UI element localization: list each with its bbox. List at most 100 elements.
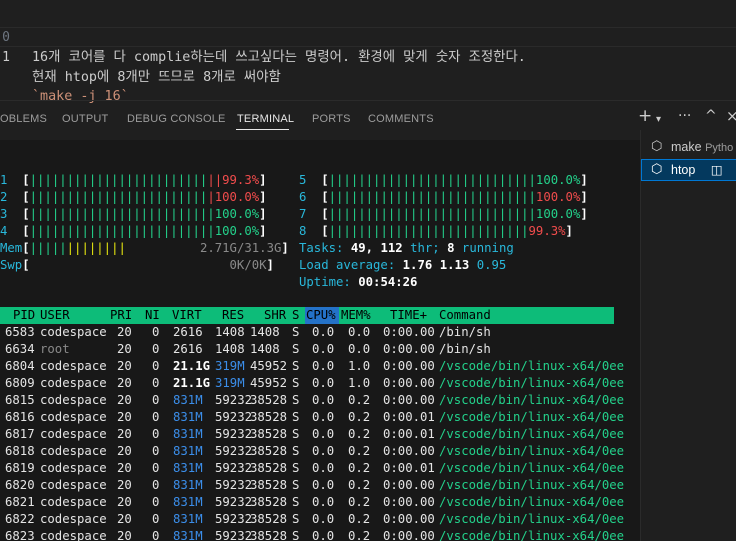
process-row[interactable]: 6818 codespace 20 0 831M 59232 38528 S 0.0 0.2 0:0…: [0, 443, 640, 460]
process-pid: 6821: [5, 495, 35, 509]
split-terminal-icon[interactable]: ◫: [711, 162, 723, 177]
cpu-meter: 5 [||||||||||||||||||||||||||||100.0%]: [299, 173, 588, 187]
process-ni: 0: [152, 376, 160, 390]
process-row[interactable]: 6821 codespace 20 0 831M 59232 38528 S 0.0 0.2 0:0…: [0, 494, 640, 511]
process-row[interactable]: 6816 codespace 20 0 831M 59232 38528 S 0.0 0.2 0:0…: [0, 409, 640, 426]
tab-debug-console[interactable]: DEBUG CONSOLE: [127, 113, 226, 125]
editor-line-current[interactable]: 1 현재 htop에 8개만 뜨므로 8개로 써야함: [0, 27, 736, 85]
cpu-meter: 6 [||||||||||||||||||||||||||||100.0%]: [299, 190, 588, 204]
process-pri: 20: [117, 359, 132, 373]
col-state[interactable]: S: [292, 307, 299, 324]
process-shr: 1408: [250, 325, 280, 339]
process-row[interactable]: 6583 codespace 20 0 2616 1408 1408 S 0.0 0.0 0:00.…: [0, 324, 640, 341]
col-shr[interactable]: SHR: [264, 307, 286, 324]
col-pri[interactable]: PRI: [110, 307, 132, 324]
process-pri: 20: [117, 410, 132, 424]
process-pri: 20: [117, 461, 132, 475]
tab-output[interactable]: OUTPUT: [62, 113, 108, 125]
process-pid: 6817: [5, 427, 35, 441]
process-pri: 20: [117, 512, 132, 526]
process-time: 0:00.00: [383, 495, 435, 509]
process-cmd: /bin/sh: [439, 342, 491, 356]
col-time[interactable]: TIME+: [390, 307, 427, 324]
chevron-down-icon[interactable]: ▾: [656, 114, 661, 125]
process-ni: 0: [152, 461, 160, 475]
process-cmd: /vscode/bin/linux-x64/0ee: [439, 376, 625, 390]
process-mem: 1.0: [348, 359, 371, 373]
process-mem: 0.0: [348, 342, 371, 356]
col-user[interactable]: USER: [40, 307, 70, 324]
process-cpu: 0.0: [312, 342, 335, 356]
process-shr: 45952: [250, 359, 288, 373]
cpu-percent: 100.0%: [214, 190, 260, 204]
process-row[interactable]: 6817 codespace 20 0 831M 59232 38528 S 0.0 0.2 0:0…: [0, 426, 640, 443]
process-shr: 38528: [250, 478, 288, 492]
process-ni: 0: [152, 495, 160, 509]
process-pid: 6819: [5, 461, 35, 475]
ellipsis-icon[interactable]: ···: [678, 108, 691, 124]
terminal-item-htop[interactable]: ⬡ htop ◫: [641, 159, 736, 181]
process-res: 59232: [215, 410, 253, 424]
process-row[interactable]: 6819 codespace 20 0 831M 59232 38528 S 0.0 0.2 0:0…: [0, 460, 640, 477]
plus-icon[interactable]: +: [638, 106, 652, 126]
editor-line[interactable]: 0 16개 코어를 다 complie하는데 쓰고싶다는 명령어. 환경에 맞게…: [0, 8, 736, 65]
editor-line[interactable]: `make -j 16`: [0, 47, 736, 104]
process-shr: 38528: [250, 444, 288, 458]
process-cpu: 0.0: [312, 376, 335, 390]
cpu-meter: 7 [||||||||||||||||||||||||||||100.0%]: [299, 207, 588, 221]
process-pri: 20: [117, 325, 132, 339]
process-user: codespace: [40, 444, 107, 458]
process-user: codespace: [40, 376, 107, 390]
col-ni[interactable]: NI: [145, 307, 160, 324]
process-ni: 0: [152, 512, 160, 526]
col-mem[interactable]: MEM%: [341, 307, 371, 324]
col-cpu[interactable]: CPU%: [306, 307, 336, 324]
process-time: 0:00.00: [383, 512, 435, 526]
process-cpu: 0.0: [312, 359, 335, 373]
process-pri: 20: [117, 529, 132, 541]
cpu-id: 1: [0, 173, 8, 187]
tab-comments[interactable]: COMMENTS: [368, 113, 434, 125]
process-row[interactable]: 6634 root 20 0 2616 1408 1408 S 0.0 0.0 0:00.00/bi…: [0, 341, 640, 358]
process-row[interactable]: 6809 codespace 20 0 21.1G 319M 45952 S 0.0 1.0 0:0…: [0, 375, 640, 392]
col-pid[interactable]: PID: [13, 307, 35, 324]
process-virt: 831M: [173, 478, 203, 492]
swap-value: 0K/0K: [229, 258, 267, 272]
process-user: codespace: [40, 325, 107, 339]
process-shr: 38528: [250, 410, 288, 424]
process-virt: 831M: [173, 512, 203, 526]
col-command[interactable]: Command: [439, 307, 491, 324]
close-icon[interactable]: ×: [726, 107, 736, 125]
col-res[interactable]: RES: [222, 307, 244, 324]
process-row[interactable]: 6823 codespace 20 0 831M 59232 38528 S 0.0 0.2 0:0…: [0, 528, 640, 541]
process-time: 0:00.00: [383, 478, 435, 492]
process-virt: 831M: [173, 427, 203, 441]
terminal-item-make[interactable]: ⬡ make Pytho: [641, 136, 736, 158]
cpu-meter: 2 [|||||||||||||||||||||||||100.0%]: [0, 190, 267, 204]
process-pri: 20: [117, 342, 132, 356]
process-row[interactable]: 6820 codespace 20 0 831M 59232 38528 S 0.0 0.2 0:0…: [0, 477, 640, 494]
process-row[interactable]: 6822 codespace 20 0 831M 59232 38528 S 0.0 0.2 0:0…: [0, 511, 640, 528]
tab-terminal[interactable]: TERMINAL: [237, 113, 294, 125]
process-user: codespace: [40, 410, 107, 424]
col-virt[interactable]: VIRT: [172, 307, 202, 324]
process-time: 0:00.01: [383, 427, 435, 441]
process-s: S: [292, 529, 300, 541]
cpu-meter: 1 [||||||||||||||||||||||||||99.3%]: [0, 173, 267, 187]
tab-problems[interactable]: OBLEMS: [0, 113, 47, 125]
process-ni: 0: [152, 410, 160, 424]
process-row[interactable]: 6815 codespace 20 0 831M 59232 38528 S 0.0 0.2 0:0…: [0, 392, 640, 409]
tab-ports[interactable]: PORTS: [312, 113, 351, 125]
process-res: 59232: [215, 529, 253, 541]
process-row[interactable]: 6804 codespace 20 0 21.1G 319M 45952 S 0.0 1.0 0:0…: [0, 358, 640, 375]
process-cmd: /bin/sh: [439, 325, 491, 339]
process-user: codespace: [40, 359, 107, 373]
process-pid: 6823: [5, 529, 35, 541]
cpu-percent: 100.0%: [214, 207, 260, 221]
terminal-list: ⬡ make Pytho ⬡ htop ◫: [640, 130, 736, 541]
chevron-up-icon[interactable]: ^: [705, 108, 717, 124]
process-virt: 831M: [173, 529, 203, 541]
process-pid: 6820: [5, 478, 35, 492]
process-res: 1408: [215, 342, 245, 356]
editor[interactable]: 0 16개 코어를 다 complie하는데 쓰고싶다는 명령어. 환경에 맞게…: [0, 0, 736, 104]
